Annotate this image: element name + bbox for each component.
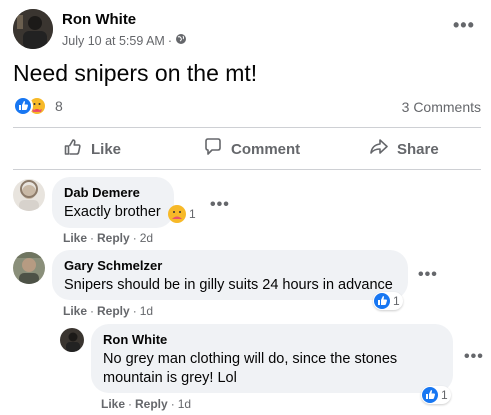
like-icon — [13, 96, 33, 116]
comment-more-options-icon[interactable]: ••• — [210, 196, 230, 214]
reply-reaction-count: 1 — [441, 388, 448, 402]
post-date[interactable]: July 10 at 5:59 AM — [62, 34, 165, 48]
post-reactions[interactable]: 8 — [13, 96, 63, 116]
comment-reactions[interactable]: 1 — [167, 204, 199, 224]
like-icon — [374, 293, 390, 309]
comment-bubble: Dab Demere Exactly brother — [52, 177, 174, 228]
divider-top — [13, 127, 481, 128]
comment-time[interactable]: 1d — [140, 304, 153, 318]
share-arrow-icon — [369, 137, 389, 161]
globe-icon — [175, 33, 187, 48]
like-button[interactable]: Like — [63, 138, 121, 160]
reply-reactions[interactable]: 1 — [421, 386, 451, 404]
comment-like-link[interactable]: Like — [63, 304, 87, 318]
post-text: Need snipers on the mt! — [13, 60, 258, 86]
comment-actions: Like · Reply · 1d — [63, 304, 154, 318]
comment-avatar[interactable] — [13, 252, 45, 284]
comment-more-options-icon[interactable]: ••• — [418, 266, 438, 284]
comment-reactions[interactable]: 1 — [373, 292, 403, 310]
comment-time[interactable]: 2d — [140, 231, 153, 245]
reaction-count: 8 — [55, 98, 63, 114]
post-more-options-icon[interactable]: ••• — [453, 16, 475, 34]
comment-button-label: Comment — [231, 140, 301, 158]
divider-bottom — [13, 169, 481, 170]
share-button-label: Share — [397, 140, 439, 158]
comments-count-link[interactable]: 3 Comments — [402, 99, 481, 115]
post-author-name[interactable]: Ron White — [62, 11, 136, 28]
comment-like-link[interactable]: Like — [63, 231, 87, 245]
comment-author[interactable]: Dab Demere — [64, 185, 162, 200]
comment-bubble: Gary Schmelzer Snipers should be in gill… — [52, 250, 408, 300]
thumbs-up-icon — [63, 137, 83, 161]
like-button-label: Like — [91, 140, 122, 158]
comment-reaction-count: 1 — [393, 294, 400, 308]
comment-avatar[interactable] — [13, 179, 45, 211]
comment-reaction-count: 1 — [189, 207, 196, 221]
reply-like-link[interactable]: Like — [101, 397, 125, 411]
share-button[interactable]: Share — [369, 138, 439, 160]
comment-button[interactable]: Comment — [203, 138, 300, 160]
reply-author[interactable]: Ron White — [103, 332, 441, 347]
like-icon — [422, 387, 438, 403]
reply-text-line1: No grey man clothing will do, since the … — [103, 351, 398, 367]
reply-avatar[interactable] — [60, 328, 84, 352]
post-meta: July 10 at 5:59 AM · — [62, 33, 187, 48]
comment-actions: Like · Reply · 2d — [63, 231, 154, 245]
post-author-avatar[interactable] — [13, 9, 53, 49]
care-icon — [168, 205, 186, 223]
comment-author[interactable]: Gary Schmelzer — [64, 258, 396, 273]
reply-bubble: Ron White No grey man clothing will do, … — [91, 324, 453, 393]
comment-text: Snipers should be in gilly suits 24 hour… — [64, 277, 393, 293]
comment-text: Exactly brother — [64, 204, 161, 220]
comment-bubble-icon — [203, 137, 223, 161]
reply-more-options-icon[interactable]: ••• — [464, 348, 484, 366]
comment-reply-link[interactable]: Reply — [97, 231, 130, 245]
reply-text-line2: mountain is grey! Lol — [103, 370, 237, 386]
reply-actions: Like · Reply · 1d — [101, 397, 192, 411]
reply-reply-link[interactable]: Reply — [135, 397, 168, 411]
meta-separator: · — [167, 33, 173, 48]
comment-reply-link[interactable]: Reply — [97, 304, 130, 318]
reply-time[interactable]: 1d — [178, 397, 191, 411]
